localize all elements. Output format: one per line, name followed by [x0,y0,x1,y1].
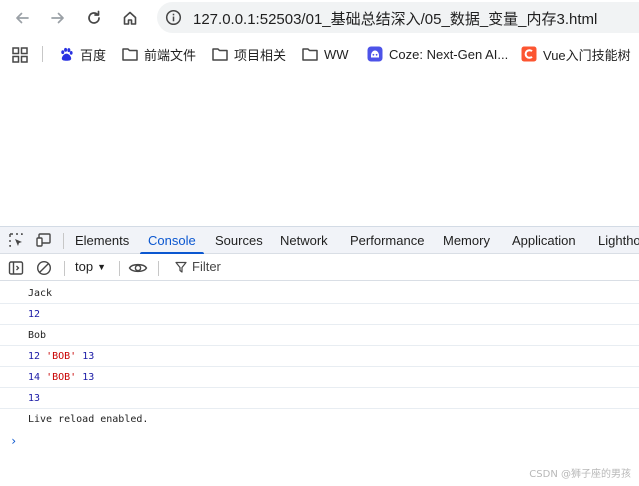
console-string: 'BOB' [46,351,77,362]
console-number: 14 [28,372,41,383]
arrow-left-icon [16,12,29,24]
bookmarks-bar: 百度 前端文件 项目相关 WW Coze: Next-Gen AI... Vue… [0,37,639,71]
console-line: Live reload enabled. [0,409,639,430]
home-button[interactable] [118,6,142,30]
device-toolbar-icon[interactable] [36,232,52,248]
tab-application[interactable]: Application [512,227,576,254]
address-bar[interactable]: 127.0.0.1:52503/01_基础总结深入/05_数据_变量_内存3.h… [157,2,639,33]
console-line: Bob [0,325,639,346]
tab-network[interactable]: Network [280,227,328,254]
eye-icon[interactable] [128,260,148,276]
filter-icon [175,261,187,273]
bookmark-folder-projects[interactable]: 项目相关 [212,44,286,64]
bookmark-folder-frontend[interactable]: 前端文件 [122,44,196,64]
watermark: CSDN @狮子座的男孩 [529,469,631,480]
bookmark-coze[interactable]: Coze: Next-Gen AI... [367,44,508,64]
folder-icon [212,46,228,62]
tab-console[interactable]: Console [140,227,204,254]
devtools-tab-strip: Elements Console Sources Network Perform… [0,227,639,254]
coze-icon [367,46,383,62]
context-label: top [75,259,94,274]
info-icon[interactable] [165,9,182,26]
browser-toolbar: 127.0.0.1:52503/01_基础总结深入/05_数据_变量_内存3.h… [0,0,639,36]
caret-down-icon: ▼ [97,262,106,272]
console-string: 'BOB' [46,372,77,383]
bookmark-label: 前端文件 [144,47,197,63]
apps-grid-icon[interactable] [12,47,28,63]
devtools-panel: Elements Console Sources Network Perform… [0,226,639,486]
clear-console-icon[interactable] [36,260,52,276]
console-line: 13 [0,388,639,409]
bookmark-label: 百度 [80,47,107,63]
console-line: Jack [0,283,639,304]
bookmark-label: WW [324,46,349,62]
bookmark-baidu[interactable]: 百度 [58,44,106,64]
bookmark-label: 项目相关 [234,47,287,63]
page-content [0,74,639,226]
url-text[interactable]: 127.0.0.1:52503/01_基础总结深入/05_数据_变量_内存3.h… [193,8,597,29]
console-line: 14 'BOB' 13 [0,367,639,388]
toolbar-separator [64,261,65,276]
reload-button[interactable] [82,6,106,30]
toolbar-separator [119,261,120,276]
tab-memory[interactable]: Memory [443,227,490,254]
console-prompt[interactable]: › [10,434,17,448]
console-number: 13 [82,351,95,362]
bookmark-folder-ww[interactable]: WW [302,44,349,64]
arrow-right-icon [51,12,64,24]
console-number: 13 [28,393,41,404]
console-line: 12 [0,304,639,325]
console-number: 12 [28,351,41,362]
home-icon [123,11,137,25]
toolbar-separator [158,261,159,276]
bookmark-label: Coze: Next-Gen AI... [389,46,509,62]
filter-input[interactable]: Filter [192,259,221,274]
folder-icon [122,46,138,62]
console-number: 13 [82,372,95,383]
csdn-c-icon [521,46,537,62]
tab-separator [63,233,64,249]
bookmark-label: Vue入门技能树 [543,47,631,63]
console-output: Jack 12 Bob 12 'BOB' 13 14 'BOB' 13 13 Live re… [0,283,639,430]
console-number: 12 [28,309,41,320]
console-text: Bob [28,330,47,341]
folder-icon [302,46,318,62]
console-text: Live reload enabled. [28,414,149,425]
tab-sources[interactable]: Sources [215,227,263,254]
context-selector[interactable]: top ▼ [75,259,106,274]
tab-performance[interactable]: Performance [350,227,424,254]
bookmarks-separator [42,46,43,62]
inspect-element-icon[interactable] [8,232,24,248]
console-toolbar: top ▼ Filter [0,255,639,281]
baidu-paw-icon [58,46,74,62]
forward-button[interactable] [46,6,70,30]
tab-lighthouse[interactable]: Lightho [598,227,639,254]
back-button[interactable] [10,6,34,30]
bookmark-vue[interactable]: Vue入门技能树 [521,44,631,64]
tab-elements[interactable]: Elements [75,227,129,254]
console-text: Jack [28,288,53,299]
reload-icon [88,10,100,24]
console-line: 12 'BOB' 13 [0,346,639,367]
show-sidebar-icon[interactable] [8,260,24,276]
